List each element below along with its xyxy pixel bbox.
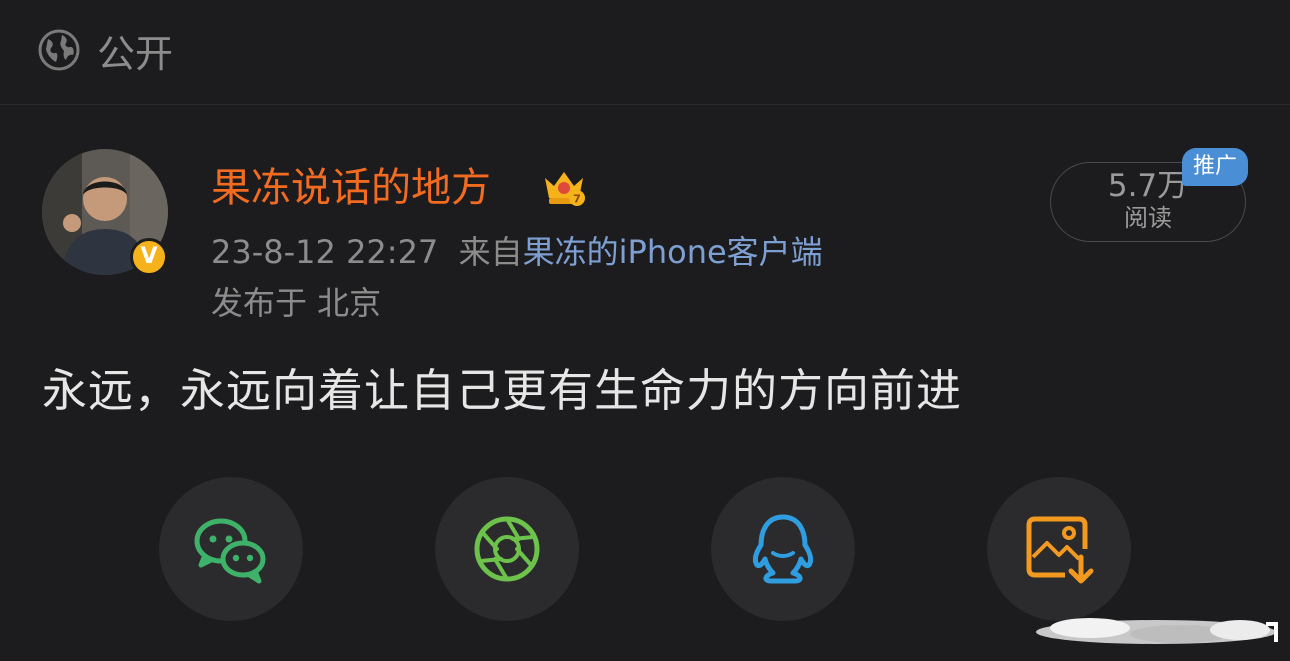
source-prefix: 来自 bbox=[458, 233, 523, 271]
watermark bbox=[1036, 618, 1278, 644]
post-location: 发布于 北京 bbox=[211, 284, 382, 322]
qq-icon bbox=[752, 514, 814, 584]
wechat-icon bbox=[194, 518, 266, 584]
moments-icon bbox=[474, 516, 540, 582]
save-image-icon bbox=[1026, 516, 1094, 584]
source-link[interactable]: 果冻的iPhone客户端 bbox=[523, 233, 823, 271]
save-image-button[interactable] bbox=[987, 477, 1131, 621]
post-meta: 23-8-12 22:27 来自果冻的iPhone客户端 bbox=[211, 229, 823, 275]
verified-badge: V bbox=[130, 238, 168, 276]
author-name[interactable]: 果冻说话的地方 bbox=[211, 160, 491, 216]
share-wechat-button[interactable] bbox=[159, 477, 303, 621]
share-qq-button[interactable] bbox=[711, 477, 855, 621]
read-label: 阅读 bbox=[1124, 204, 1172, 232]
globe-icon bbox=[38, 29, 80, 71]
visibility-bar[interactable]: 公开 bbox=[0, 0, 1290, 105]
share-moments-button[interactable] bbox=[435, 477, 579, 621]
post-timestamp: 23-8-12 22:27 bbox=[211, 233, 439, 271]
visibility-label: 公开 bbox=[97, 32, 174, 76]
post-detail-screen: 公开 V 果冻说话的地方 7 23-8-12 22:27 来自果冻的iPhone… bbox=[0, 0, 1290, 661]
post-text: 永远，永远向着让自己更有生命力的方向前进 bbox=[42, 364, 963, 417]
crown-icon: 7 bbox=[545, 172, 585, 206]
promo-badge[interactable]: 推广 bbox=[1182, 148, 1248, 186]
svg-text:7: 7 bbox=[573, 193, 581, 206]
